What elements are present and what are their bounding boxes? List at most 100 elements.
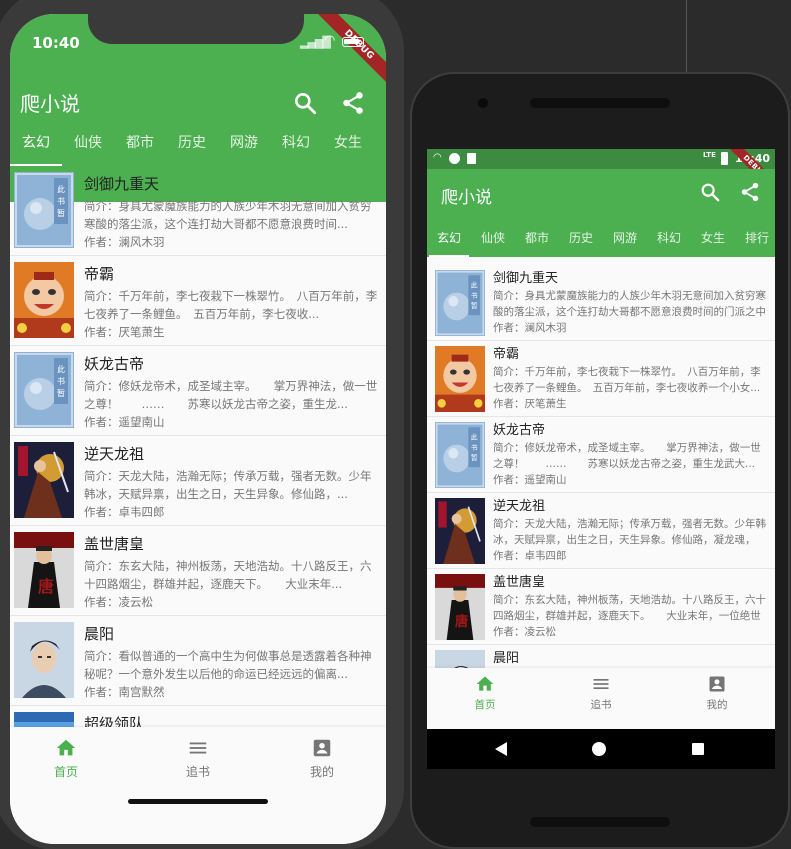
book-intro: 简介：修妖龙帝术，成圣域主宰。 掌万界神法，做一世之尊！ …… 苏寒以妖龙古帝之… xyxy=(84,379,378,411)
nav-profile[interactable]: 我的 xyxy=(282,737,362,780)
bottom-navigation: 首页 追书 我的 xyxy=(427,668,775,729)
book-list: 此书暂 剑御九重天 简介：身具尤蒙魔族能力的人族少年木羽无意间加入贫穷寒酸的落尘… xyxy=(10,166,386,796)
notch xyxy=(88,14,304,44)
book-list-item[interactable]: 唐 盖世唐皇 简介：东玄大陆，神州板荡，天地浩劫。十八路反王，六十四路烟尘，群雄… xyxy=(10,526,386,616)
book-cover: 此书暂 xyxy=(14,172,74,248)
svg-text:暂: 暂 xyxy=(57,208,65,218)
nav-shelf[interactable]: 追书 xyxy=(158,737,238,780)
book-title: 盖世唐皇 xyxy=(493,575,546,590)
book-title: 妖龙古帝 xyxy=(493,423,546,438)
book-list-item[interactable]: 此书暂 剑御九重天 简介：身具尤蒙魔族能力的人族少年木羽无意间加入贫穷寒酸的落尘… xyxy=(10,166,386,256)
book-intro: 简介：看似普通的一个高中生为何做事总是透露着各种神秘呢？一个意外发生以后他的命运… xyxy=(84,649,372,681)
status-bar: ◠ LTE 10:40 DEBUG xyxy=(427,149,775,199)
share-icon[interactable] xyxy=(340,90,366,116)
svg-text:此: 此 xyxy=(471,432,478,441)
svg-text:此: 此 xyxy=(471,280,478,289)
nav-profile[interactable]: 我的 xyxy=(677,674,757,712)
book-author: 作者：厌笔萧生 xyxy=(493,398,567,410)
book-list-item[interactable]: 帝霸 简介：千万年前，李七夜栽下一株翠竹。 八百万年前，李七夜养了一条鲤鱼。 五… xyxy=(427,341,775,417)
app-title: 爬小说 xyxy=(441,188,492,208)
tab-xianxia[interactable]: 仙侠 xyxy=(471,223,515,257)
book-cover: 唐 xyxy=(435,574,485,640)
svg-text:暂: 暂 xyxy=(57,388,65,398)
tab-wangyou[interactable]: 网游 xyxy=(603,223,647,257)
battery-icon xyxy=(342,37,364,47)
book-author: 作者：遥望南山 xyxy=(493,474,567,486)
nav-home[interactable]: 首页 xyxy=(445,674,525,712)
bottom-speaker xyxy=(530,817,670,827)
book-author: 作者：卓韦四郎 xyxy=(84,505,165,519)
home-button-icon[interactable] xyxy=(591,741,607,757)
share-icon[interactable] xyxy=(739,181,761,207)
recents-icon[interactable] xyxy=(691,742,705,756)
sd-card-icon xyxy=(467,153,476,164)
tab-dushi[interactable]: 都市 xyxy=(515,223,559,257)
book-cover: 此书暂 xyxy=(435,422,485,488)
book-cover: 此书暂 xyxy=(14,352,74,428)
tab-lishi[interactable]: 历史 xyxy=(166,126,218,166)
book-cover xyxy=(435,498,485,564)
book-list-item[interactable]: 此书暂 妖龙古帝 简介：修妖龙帝术，成圣域主宰。 掌万界神法，做一世之尊！ ……… xyxy=(427,417,775,493)
tab-xuanhuan[interactable]: 玄幻 xyxy=(10,126,62,166)
battery-icon xyxy=(721,152,728,165)
circle-icon xyxy=(449,153,460,164)
nav-label: 首页 xyxy=(474,699,496,711)
book-author: 作者：遥望南山 xyxy=(84,415,165,429)
list-icon xyxy=(189,742,207,754)
book-list-item[interactable]: 晨阳 简介：看似普通的一个高中生为何做事总是透露着各种神秘呢？一个意外发生以后他… xyxy=(10,616,386,706)
book-intro: 简介：东玄大陆，神州板荡，天地浩劫。十八路反王，六十四路烟尘，群雄并起，逐鹿天下… xyxy=(493,594,766,622)
tab-xuanhuan[interactable]: 玄幻 xyxy=(427,223,471,257)
system-navigation-bar xyxy=(427,729,775,769)
book-list-item[interactable]: 此书暂 妖龙古帝 简介：修妖龙帝术，成圣域主宰。 掌万界神法，做一世之尊！ ……… xyxy=(10,346,386,436)
front-camera xyxy=(478,98,488,108)
home-icon xyxy=(56,739,76,756)
book-author: 作者：澜风木羽 xyxy=(84,235,165,249)
account-icon xyxy=(313,739,331,757)
nav-label: 追书 xyxy=(185,765,210,779)
tab-wangyou[interactable]: 网游 xyxy=(218,126,270,166)
home-icon xyxy=(476,676,494,691)
book-title: 盖世唐皇 xyxy=(84,535,145,553)
lte-label: LTE xyxy=(703,151,716,159)
book-author: 作者：凌云松 xyxy=(493,626,556,638)
svg-text:唐: 唐 xyxy=(38,577,54,596)
tab-dushi[interactable]: 都市 xyxy=(114,126,166,166)
book-list-item[interactable]: 唐 盖世唐皇 简介：东玄大陆，神州板荡，天地浩劫。十八路反王，六十四路烟尘，群雄… xyxy=(427,569,775,645)
book-list-item[interactable]: 逆天龙祖 简介：天龙大陆，浩瀚无际；传承万载，强者无数。少年韩冰，天赋异禀，出生… xyxy=(427,493,775,569)
iphone-screen: DEBUG 10:40 ▂▄▆█ ◠ 爬小说 玄幻 仙侠 都市 历史 网游 科幻… xyxy=(10,14,386,844)
search-icon[interactable] xyxy=(699,181,721,207)
book-intro: 简介：千万年前，李七夜栽下一株翠竹。 八百万年前，李七夜养了一条鲤鱼。 五百万年… xyxy=(493,366,761,394)
tab-kehuan[interactable]: 科幻 xyxy=(647,223,691,257)
tab-lishi[interactable]: 历史 xyxy=(559,223,603,257)
book-title: 帝霸 xyxy=(493,347,520,362)
tab-nvsheng[interactable]: 女生 xyxy=(322,126,374,166)
book-author: 作者：南宫默然 xyxy=(84,685,165,699)
tab-xianxia[interactable]: 仙侠 xyxy=(62,126,114,166)
book-list: 此书暂 剑御九重天 简介：身具尤蒙魔族能力的人族少年木羽无意间加入贫穷寒酸的落尘… xyxy=(427,265,775,721)
book-intro: 简介：身具尤蒙魔族能力的人族少年木羽无意间加入贫穷寒酸的落尘派，这个连打劫大哥都… xyxy=(84,199,372,231)
category-tabs: 玄幻 仙侠 都市 历史 网游 科幻 女生 排行 xyxy=(427,223,775,257)
back-icon[interactable] xyxy=(493,741,509,757)
earpiece-speaker xyxy=(530,98,670,108)
book-cover xyxy=(14,262,74,338)
book-author: 作者：厌笔萧生 xyxy=(84,325,165,339)
svg-text:书: 书 xyxy=(57,376,65,386)
search-icon[interactable] xyxy=(292,90,318,116)
nav-shelf[interactable]: 追书 xyxy=(561,674,641,712)
tab-kehuan[interactable]: 科幻 xyxy=(270,126,322,166)
tab-paihang[interactable]: 排行 xyxy=(735,223,775,257)
nav-home[interactable]: 首页 xyxy=(26,737,106,780)
book-list-item[interactable]: 此书暂 剑御九重天 简介：身具尤蒙魔族能力的人族少年木羽无意间加入贫穷寒酸的落尘… xyxy=(427,265,775,341)
svg-text:书: 书 xyxy=(471,291,478,300)
book-intro: 简介：修妖龙帝术，成圣域主宰。 掌万界神法，做一世之尊！ …… 苏寒以妖龙古帝之… xyxy=(493,442,761,470)
background-divider xyxy=(686,0,687,72)
book-list-item[interactable]: 逆天龙祖 简介：天龙大陆，浩瀚无际；传承万载，强者无数。少年韩冰，天赋异禀，出生… xyxy=(10,436,386,526)
book-author: 作者：卓韦四郎 xyxy=(493,550,567,562)
app-bar: 爬小说 玄幻 仙侠 都市 历史 网游 科幻 女生 排行 xyxy=(427,169,775,257)
book-list-item[interactable]: 帝霸 简介：千万年前，李七夜栽下一株翠竹。 八百万年前，李七夜养了一条鲤鱼。 五… xyxy=(10,256,386,346)
iphone-device-frame: DEBUG 10:40 ▂▄▆█ ◠ 爬小说 玄幻 仙侠 都市 历史 网游 科幻… xyxy=(0,0,404,849)
android-device-frame: ◠ LTE 10:40 DEBUG 爬小说 玄幻 仙侠 都市 历史 网游 科幻 xyxy=(410,72,790,849)
tab-nvsheng[interactable]: 女生 xyxy=(691,223,735,257)
book-title: 逆天龙祖 xyxy=(493,499,546,514)
home-indicator[interactable] xyxy=(128,799,268,804)
